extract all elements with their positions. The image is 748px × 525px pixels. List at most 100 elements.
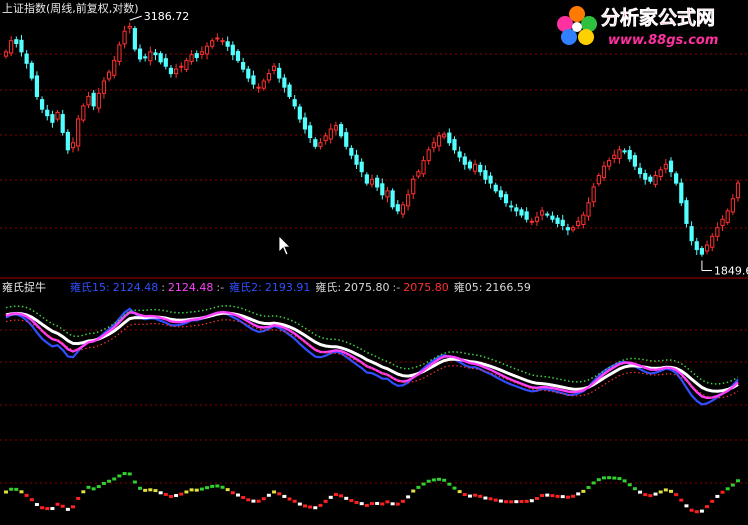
histogram-bar — [699, 509, 704, 513]
candle-body — [545, 213, 550, 216]
candle-body — [658, 169, 663, 178]
histogram-bar — [565, 495, 570, 499]
legend-name-3: 雍氏2: — [229, 280, 262, 294]
histogram-bar — [122, 472, 127, 476]
candle-body — [174, 68, 179, 75]
histogram-bar — [705, 505, 710, 509]
candle-body — [344, 132, 349, 147]
histogram-bar — [529, 499, 534, 503]
candle-body — [122, 30, 127, 45]
histogram-bar — [349, 499, 354, 503]
histogram-bar — [601, 476, 606, 480]
candle-body — [519, 209, 524, 216]
histogram-bar — [509, 500, 514, 504]
candle-body — [637, 167, 643, 175]
histogram-bar — [132, 480, 137, 484]
histogram-bar — [576, 492, 581, 496]
candlestick-series — [3, 22, 741, 257]
candle-body — [24, 53, 29, 64]
histogram-bar — [622, 479, 627, 483]
histogram-bar — [519, 500, 524, 504]
candle-body — [359, 161, 364, 173]
candle-body — [390, 190, 395, 208]
candle-body — [106, 71, 112, 80]
candle-body — [354, 154, 359, 165]
main-panel-grid — [0, 53, 748, 229]
candle-body — [60, 114, 65, 133]
candle-body — [704, 244, 710, 252]
histogram-bar — [60, 504, 65, 508]
high-annotation-label: 3186.72 — [144, 10, 190, 23]
candle-body — [338, 124, 344, 137]
candle-body — [313, 139, 318, 147]
histogram-bar — [736, 479, 740, 483]
histogram-bar — [375, 501, 380, 505]
candle-body — [457, 151, 462, 158]
histogram-bar — [225, 488, 230, 492]
candle-body — [725, 210, 730, 223]
candle-body — [540, 210, 545, 216]
candle-body — [509, 205, 514, 208]
histogram-bar — [364, 503, 369, 507]
histogram-bar — [596, 478, 601, 482]
candle-body — [246, 68, 251, 79]
candle-body — [514, 207, 519, 212]
legend-sep-2: :- — [216, 281, 224, 294]
histogram-bar — [9, 487, 14, 491]
candle-body — [581, 214, 586, 225]
histogram-bar — [730, 483, 735, 487]
high-annotation-line — [129, 15, 142, 21]
histogram-bar — [385, 500, 390, 504]
histogram-bar — [715, 494, 720, 498]
histogram-bar — [416, 485, 421, 489]
candle-body — [76, 118, 81, 147]
main-chart-title: 上证指数(周线,前复权,对数) — [2, 1, 139, 15]
candle-body — [328, 128, 333, 140]
histogram-bar — [261, 497, 266, 501]
histogram-bar — [163, 492, 168, 496]
candle-body — [668, 160, 674, 173]
candle-body — [478, 164, 483, 173]
histogram-bar — [107, 479, 112, 483]
candle-body — [3, 51, 9, 57]
candle-body — [9, 40, 14, 54]
legend-value-4: 2075.80 — [344, 281, 390, 294]
candle-body — [617, 149, 622, 159]
histogram-bar — [442, 478, 447, 482]
histogram-bar — [117, 474, 122, 478]
candle-body — [96, 92, 101, 109]
candle-body — [426, 149, 431, 162]
candle-body — [576, 220, 581, 227]
candle-body — [215, 37, 220, 40]
candle-body — [297, 106, 302, 120]
candle-body — [447, 132, 452, 144]
histogram-bar — [292, 499, 297, 503]
candle-body — [143, 56, 148, 59]
candle-body — [148, 51, 153, 62]
candle-body — [81, 105, 86, 121]
histogram-bar — [545, 493, 550, 497]
histogram-bar — [328, 495, 333, 499]
low-annotation-label: 1849.65 — [714, 265, 748, 278]
legend-sep-3: :- — [393, 281, 401, 294]
candle-body — [318, 142, 323, 147]
candle-body — [137, 48, 143, 60]
histogram-bar — [534, 496, 539, 500]
histogram-bar — [473, 493, 478, 497]
candle-body — [179, 65, 184, 68]
histogram-bar — [359, 502, 364, 506]
candle-body — [385, 190, 390, 198]
candle-body — [684, 200, 689, 224]
candle-body — [720, 218, 725, 227]
candle-body — [70, 142, 76, 149]
candle-body — [323, 135, 328, 142]
candle-body — [663, 163, 668, 170]
histogram-bar — [168, 494, 173, 498]
histogram-bar — [478, 494, 483, 498]
histogram-bar — [679, 498, 684, 502]
candle-body — [19, 39, 24, 53]
candle-body — [555, 217, 560, 224]
candle-body — [380, 183, 385, 196]
histogram-bar — [297, 502, 302, 506]
candle-body — [168, 67, 174, 75]
